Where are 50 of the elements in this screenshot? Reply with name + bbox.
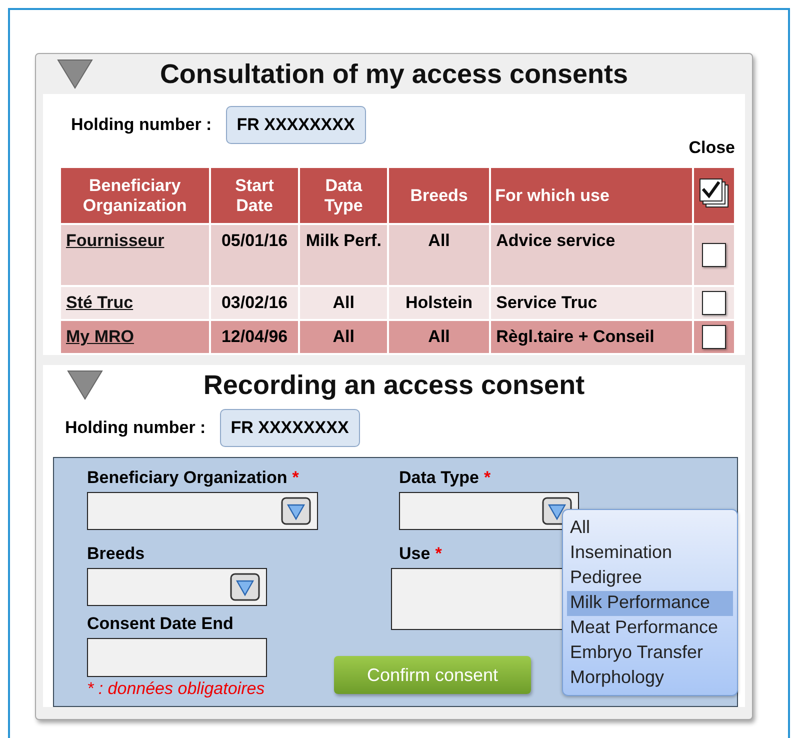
table-cell: Service Truc <box>496 293 598 312</box>
table-row[interactable]: My MRO 12/04/96 All All Règl.taire + Conseil <box>60 320 735 354</box>
collapse-triangle-icon[interactable] <box>67 370 103 400</box>
dropdown-option[interactable]: Pedigree <box>567 566 733 591</box>
table-cell: Holstein <box>406 293 473 312</box>
end-date-field[interactable] <box>87 638 267 677</box>
use-field[interactable] <box>391 568 563 630</box>
row-checkbox[interactable] <box>702 325 726 349</box>
holding-number-label: Holding number : <box>71 115 212 135</box>
holding-number-label: Holding number : <box>65 418 206 438</box>
field-label: Beneficiary Organization * <box>87 468 299 488</box>
column-header: For which use <box>490 167 693 224</box>
section-title: Recording an access consent <box>202 370 586 400</box>
holding-number-field: FR XXXXXXXX <box>220 409 360 447</box>
field-label: Breeds <box>87 544 145 564</box>
table-cell: All <box>428 327 450 346</box>
table-cell: Règl.taire + Conseil <box>496 327 654 346</box>
column-header: Breeds <box>388 167 490 224</box>
field-label: Use * <box>399 544 442 564</box>
close-label: Close <box>688 138 735 158</box>
table-cell: All <box>428 231 450 250</box>
breeds-select[interactable] <box>87 568 267 606</box>
collapse-triangle-icon[interactable] <box>57 59 93 89</box>
field-label: Data Type * <box>399 468 491 488</box>
field-label: Consent Date End <box>87 614 234 634</box>
holding-number-field: FR XXXXXXXX <box>226 106 366 144</box>
dropdown-option[interactable]: Milk Performance <box>567 591 733 616</box>
dropdown-option[interactable]: Embryo Transfer <box>567 641 733 666</box>
table-cell: Milk Perf. <box>306 231 382 250</box>
dropdown-option[interactable]: All <box>567 516 733 541</box>
dropdown-option[interactable]: Morphology <box>567 666 733 691</box>
column-header: Start Date <box>210 167 300 224</box>
required-note: * : données obligatoires <box>87 679 266 699</box>
organization-select[interactable] <box>87 492 318 530</box>
column-header: Data Type <box>299 167 388 224</box>
table-row[interactable]: Fournisseur 05/01/16 Milk Perf. All Advice service <box>60 224 735 286</box>
select-all-checkbox[interactable] <box>698 177 730 209</box>
row-checkbox[interactable] <box>702 243 726 267</box>
table-cell: All <box>332 293 354 312</box>
table-cell: 12/04/96 <box>221 327 288 346</box>
section-title: Consultation of my access consents <box>158 58 630 90</box>
table-row[interactable]: Sté Truc 03/02/16 All Holstein Service Truc <box>60 286 735 320</box>
column-header: Beneficiary Organization <box>60 167 210 224</box>
table-cell: 05/01/16 <box>221 231 288 250</box>
dropdown-option[interactable]: Insemination <box>567 541 733 566</box>
row-checkbox[interactable] <box>702 291 726 315</box>
table-cell: All <box>332 327 354 346</box>
dropdown-option[interactable]: Meat Performance <box>567 616 733 641</box>
table-cell: 03/02/16 <box>221 293 288 312</box>
table-cell: Advice service <box>496 231 616 250</box>
